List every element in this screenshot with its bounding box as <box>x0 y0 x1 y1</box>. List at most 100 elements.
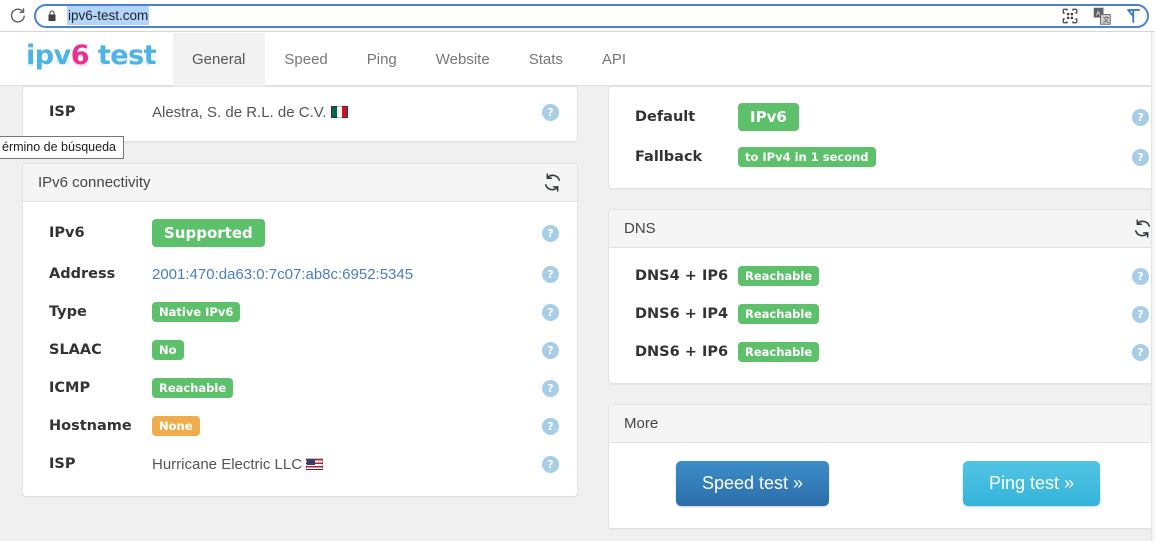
row-label: Default <box>635 109 738 125</box>
row-value: Reachable <box>738 266 1132 286</box>
speed-test-button[interactable]: Speed test » <box>676 461 829 506</box>
row-label: Type <box>49 304 152 320</box>
panel-body: IPv6 Supported ? Address 2001:470:da63:0… <box>23 202 577 496</box>
page-content: ISP Alestra, S. de R.L. de C.V. ? IPv6 c… <box>0 86 1155 541</box>
status-badge: None <box>152 416 200 436</box>
table-row: IPv6 Supported ? <box>23 211 577 255</box>
row-value: Alestra, S. de R.L. de C.V. <box>152 104 542 121</box>
qr-code-icon[interactable] <box>1061 7 1079 25</box>
row-value: Reachable <box>738 342 1132 362</box>
table-row: ICMP Reachable ? <box>23 369 577 407</box>
panel-title: DNS <box>624 220 1133 237</box>
table-row: Default IPv6 ? <box>609 96 1155 138</box>
help-icon[interactable]: ? <box>542 225 559 242</box>
translate-icon[interactable]: A 文 <box>1093 7 1111 25</box>
panel-title: IPv6 connectivity <box>38 174 543 191</box>
help-icon[interactable]: ? <box>1132 268 1149 285</box>
search-term-tooltip: érmino de búsqueda <box>0 136 124 159</box>
table-row: Type Native IPv6 ? <box>23 293 577 331</box>
status-badge: Supported <box>152 219 265 247</box>
help-icon[interactable]: ? <box>1132 344 1149 361</box>
status-badge: Reachable <box>738 266 819 286</box>
row-label: SLAAC <box>49 342 152 358</box>
row-value: Reachable <box>738 304 1132 324</box>
tab-ping[interactable]: Ping <box>348 33 417 86</box>
panel-title: More <box>624 415 1152 432</box>
site-logo[interactable]: ipv6 test <box>26 40 156 71</box>
table-row: DNS6 + IP4 Reachable ? <box>609 295 1155 333</box>
row-value: No <box>152 340 542 360</box>
tab-general[interactable]: General <box>173 33 265 86</box>
row-label: IPv6 <box>49 225 152 241</box>
row-label: ICMP <box>49 380 152 396</box>
help-icon[interactable]: ? <box>542 266 559 283</box>
help-icon[interactable]: ? <box>542 304 559 321</box>
status-badge: Reachable <box>152 378 233 398</box>
row-value: Supported <box>152 219 542 247</box>
help-icon[interactable]: ? <box>1132 306 1149 323</box>
status-badge: Native IPv6 <box>152 302 240 322</box>
ipv6-address-link[interactable]: 2001:470:da63:0:7c07:ab8c:6952:5345 <box>152 266 542 283</box>
status-badge: Reachable <box>738 304 819 324</box>
refresh-icon[interactable] <box>543 173 562 192</box>
row-label: ISP <box>49 104 152 120</box>
tab-stats[interactable]: Stats <box>510 33 583 86</box>
help-icon[interactable]: ? <box>542 104 559 121</box>
table-row: DNS6 + IP6 Reachable ? <box>609 333 1155 371</box>
browser-toolbar: ipv6-test.com A 文 <box>0 0 1155 32</box>
logo-suffix: test <box>89 40 156 71</box>
help-icon[interactable]: ? <box>542 418 559 435</box>
row-value: None <box>152 416 542 436</box>
address-bar[interactable]: ipv6-test.com <box>34 4 1149 28</box>
tab-speed[interactable]: Speed <box>265 33 347 86</box>
panel-header: DNS <box>609 210 1155 248</box>
tab-website[interactable]: Website <box>417 33 510 86</box>
help-icon[interactable]: ? <box>1132 109 1149 126</box>
url-text[interactable]: ipv6-test.com <box>67 6 149 25</box>
panel-body: Speed test » Ping test » <box>609 443 1155 528</box>
status-badge: IPv6 <box>738 103 799 131</box>
help-icon[interactable]: ? <box>542 380 559 397</box>
help-icon[interactable]: ? <box>542 456 559 473</box>
row-label: Address <box>49 266 152 282</box>
row-value: Native IPv6 <box>152 302 542 322</box>
row-label: DNS6 + IP6 <box>635 344 738 360</box>
dns-panel: DNS DNS4 + IP6 Reachable ? DNS6 + IP4 Re… <box>608 209 1155 384</box>
help-icon[interactable]: ? <box>1132 149 1149 166</box>
logo-six: 6 <box>71 40 89 71</box>
tab-api[interactable]: API <box>583 33 646 86</box>
row-value: Reachable <box>152 378 542 398</box>
reload-icon[interactable] <box>4 3 30 29</box>
help-icon[interactable]: ? <box>542 342 559 359</box>
row-label: Hostname <box>49 418 152 434</box>
browser-toolbar-icons: A 文 <box>1061 0 1143 32</box>
right-column: Default IPv6 ? Fallback to IPv4 in 1 sec… <box>608 86 1155 541</box>
more-panel: More Speed test » Ping test » <box>608 404 1155 529</box>
flag-usa-icon <box>306 458 323 470</box>
ping-test-button[interactable]: Ping test » <box>963 461 1100 506</box>
row-label: DNS4 + IP6 <box>635 268 738 284</box>
browser-default-panel: Default IPv6 ? Fallback to IPv4 in 1 sec… <box>608 86 1155 189</box>
row-label: DNS6 + IP4 <box>635 306 738 322</box>
row-value: Hurricane Electric LLC <box>152 456 542 473</box>
logo-prefix: ipv <box>26 40 71 71</box>
status-badge: to IPv4 in 1 second <box>738 147 876 167</box>
row-label: ISP <box>49 456 152 472</box>
lock-icon <box>46 9 58 23</box>
panel-body: DNS4 + IP6 Reachable ? DNS6 + IP4 Reacha… <box>609 248 1155 383</box>
ipv6-connectivity-panel: IPv6 connectivity IPv6 Supported ? Addre… <box>22 163 578 497</box>
table-row: SLAAC No ? <box>23 331 577 369</box>
table-row: Fallback to IPv4 in 1 second ? <box>609 138 1155 176</box>
svg-text:文: 文 <box>1103 15 1110 24</box>
table-row: ISP Alestra, S. de R.L. de C.V. ? <box>23 93 577 131</box>
site-header: ipv6 test ipv6 test General Speed Ping W… <box>0 33 1155 86</box>
flag-mexico-icon <box>331 106 348 118</box>
panel-header: IPv6 connectivity <box>23 164 577 202</box>
main-navigation: General Speed Ping Website Stats API <box>173 33 646 86</box>
row-value: to IPv4 in 1 second <box>738 147 1132 167</box>
status-badge: Reachable <box>738 342 819 362</box>
refresh-icon[interactable] <box>1133 219 1152 238</box>
isp-name: Alestra, S. de R.L. de C.V. <box>152 104 327 121</box>
page-scrollbar[interactable] <box>1151 33 1155 541</box>
extensions-arrow-icon[interactable] <box>1125 7 1143 25</box>
